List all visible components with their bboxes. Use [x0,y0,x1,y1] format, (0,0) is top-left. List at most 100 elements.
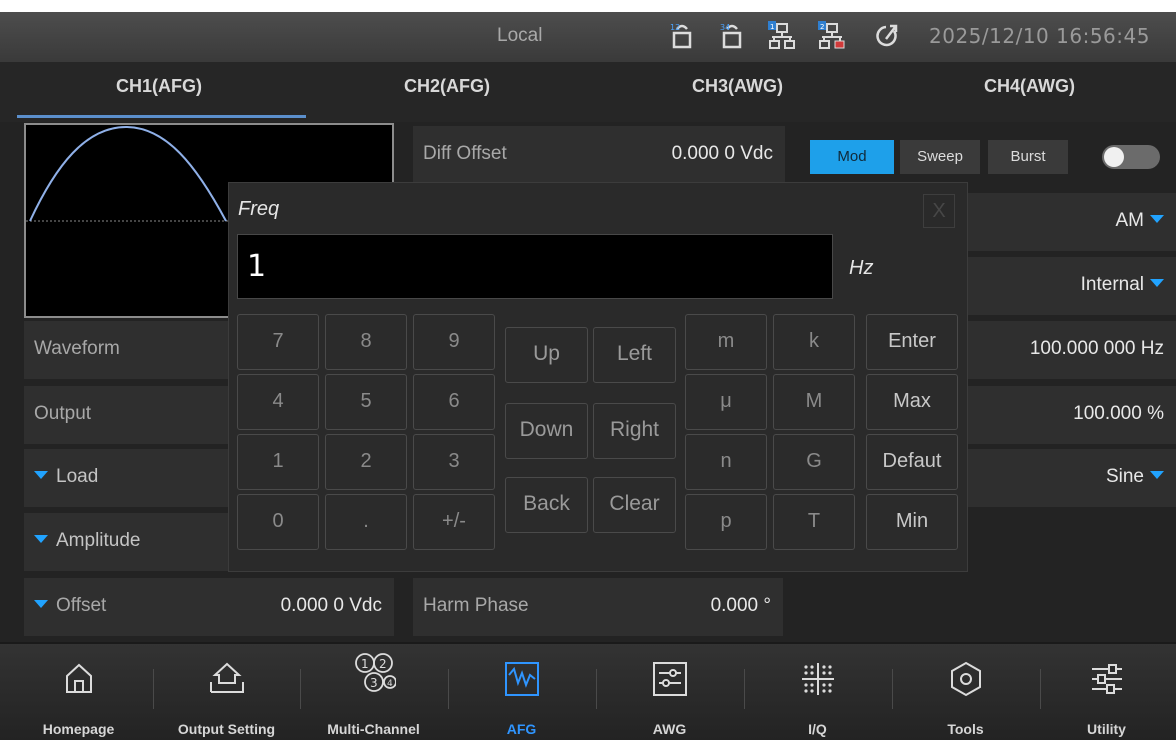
enter-button[interactable]: Enter [866,314,958,370]
awg-button[interactable]: AWG [596,644,743,740]
down-button[interactable]: Down [505,403,588,459]
svg-text:4: 4 [387,679,393,689]
key-1[interactable]: 1 [237,434,319,490]
diff-offset-row[interactable]: Diff Offset 0.000 0 Vdc [413,126,785,184]
key-9[interactable]: 9 [413,314,495,370]
source-row[interactable]: Internal [960,257,1176,315]
amplitude-label: Amplitude [34,530,141,552]
mod-frequency-row[interactable]: 100.000 000 Hz [960,321,1176,379]
harm-phase-value: 0.000 ° [710,595,771,616]
key-2[interactable]: 2 [325,434,407,490]
dropdown-arrow-icon [1150,214,1164,223]
svg-text:12: 12 [670,23,680,32]
iq-button[interactable]: I/Q [744,644,891,740]
homepage-button[interactable]: Homepage [5,644,152,740]
afg-icon [504,662,539,696]
tools-button[interactable]: Tools [892,644,1039,740]
output-setting-button[interactable]: Output Setting [153,644,300,740]
left-button[interactable]: Left [593,327,676,383]
offset-label: Offset [34,595,106,617]
min-button[interactable]: Min [866,494,958,550]
unit-nano-key[interactable]: n [685,434,767,490]
freq-input-field[interactable]: 1 [237,234,833,299]
tab-ch4[interactable]: CH4(AWG) [984,76,1075,97]
diff-offset-value: 0.000 0 Vdc [671,143,773,164]
unit-kilo-key[interactable]: k [773,314,855,370]
key-4[interactable]: 4 [237,374,319,430]
key-sign[interactable]: +/- [413,494,495,550]
max-button[interactable]: Max [866,374,958,430]
offset-row[interactable]: Offset 0.000 0 Vdc [24,578,394,636]
channel-1-2-icon[interactable]: 12 [668,21,696,51]
output-label: Output [34,403,92,424]
output-setting-icon [209,662,244,693]
key-3[interactable]: 3 [413,434,495,490]
unit-pico-key[interactable]: p [685,494,767,550]
clear-button[interactable]: Clear [593,477,676,533]
key-decimal[interactable]: . [325,494,407,550]
unit-milli-key[interactable]: m [685,314,767,370]
key-7[interactable]: 7 [237,314,319,370]
mod-type-row[interactable]: AM [960,193,1176,251]
active-tab-underline [17,115,306,118]
mod-type-value: AM [1116,210,1164,232]
key-0[interactable]: 0 [237,494,319,550]
unit-tera-key[interactable]: T [773,494,855,550]
unit-micro-key[interactable]: μ [685,374,767,430]
multi-channel-button[interactable]: 1 2 3 4 Multi-Channel [300,644,447,740]
output-setting-label: Output Setting [177,721,276,737]
svg-text:2: 2 [820,23,824,31]
remote-mode-label: Local [497,25,543,46]
mod-button[interactable]: Mod [810,140,894,174]
bottom-nav: Homepage Output Setting 1 2 3 4 Multi-Ch… [0,642,1176,740]
unit-mega-key[interactable]: M [773,374,855,430]
network-2-disconnected-icon[interactable]: 2 [818,21,846,51]
tools-label: Tools [947,721,984,737]
burst-button[interactable]: Burst [988,140,1068,174]
svg-text:34: 34 [720,23,730,32]
offset-value: 0.000 0 Vdc [280,595,382,616]
afg-button[interactable]: AFG [448,644,595,740]
svg-text:1: 1 [361,657,369,671]
tools-icon [950,661,981,697]
dialog-title: Freq [238,198,280,220]
back-button[interactable]: Back [505,477,588,533]
update-icon[interactable] [872,21,900,51]
mod-depth-row[interactable]: 100.000 % [960,386,1176,444]
right-button[interactable]: Right [593,403,676,459]
svg-text:2: 2 [379,657,387,671]
toggle-knob [1104,147,1124,167]
channel-3-4-icon[interactable]: 34 [718,21,746,51]
multi-channel-icon: 1 2 3 4 [354,653,396,692]
utility-button[interactable]: Utility [1033,644,1176,740]
afg-label: AFG [506,721,537,737]
iq-label: I/Q [808,721,827,737]
tab-ch1[interactable]: CH1(AFG) [116,76,202,97]
close-button[interactable]: X [923,194,955,228]
harm-phase-row[interactable]: Harm Phase 0.000 ° [413,578,783,636]
awg-icon [652,662,687,696]
unit-giga-key[interactable]: G [773,434,855,490]
tab-ch2[interactable]: CH2(AFG) [404,76,490,97]
instrument-screen: Local 12 34 1 2 2025/12/10 16:56:45 CH1(… [0,12,1176,740]
status-datetime: 2025/12/10 16:56:45 [929,24,1150,48]
modulation-toggle[interactable] [1102,145,1160,169]
status-bar: Local 12 34 1 2 2025/12/10 16:56:45 [0,12,1176,62]
freq-input-dialog: Freq X 1 Hz 7 8 9 4 5 6 1 2 3 0 . +/- Up… [228,182,968,572]
default-button[interactable]: Defaut [866,434,958,490]
constellation-icon [801,663,834,695]
sweep-button[interactable]: Sweep [900,140,980,174]
utility-label: Utility [1087,721,1126,737]
awg-label: AWG [652,721,687,737]
key-5[interactable]: 5 [325,374,407,430]
diff-offset-label: Diff Offset [423,143,507,164]
key-8[interactable]: 8 [325,314,407,370]
key-6[interactable]: 6 [413,374,495,430]
home-icon [65,663,92,693]
mod-shape-row[interactable]: Sine [960,449,1176,507]
network-1-icon[interactable]: 1 [768,21,796,51]
up-button[interactable]: Up [505,327,588,383]
tab-ch3[interactable]: CH3(AWG) [692,76,783,97]
homepage-label: Homepage [42,721,115,737]
load-label: Load [34,466,98,488]
